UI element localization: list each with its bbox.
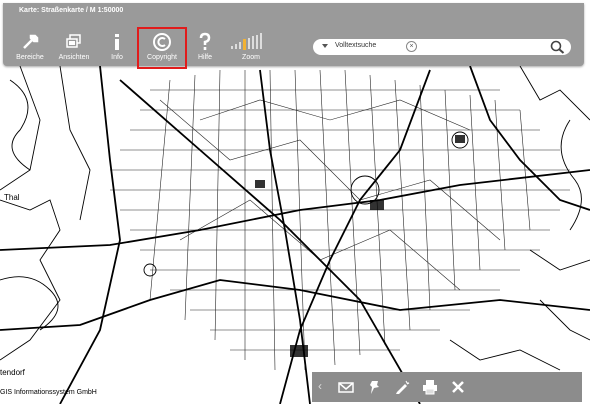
mail-icon[interactable]	[338, 379, 354, 395]
clear-icon[interactable]: ×	[406, 41, 417, 52]
window-title: Karte: Straßenkarte / M 1:50000	[19, 7, 124, 14]
tool-label: Info	[111, 54, 123, 61]
bottom-action-bar: ‹	[312, 372, 582, 402]
help-icon	[199, 32, 211, 50]
close-icon[interactable]	[450, 379, 466, 395]
layers-icon	[66, 34, 81, 48]
info-icon	[115, 34, 119, 50]
pen-icon[interactable]	[394, 379, 410, 395]
tool-label: Ansichten	[58, 54, 90, 61]
dropdown-arrow-icon[interactable]	[322, 44, 328, 48]
tool-zoom[interactable]: Zoom	[228, 32, 274, 66]
tool-ansichten[interactable]: Ansichten	[54, 32, 94, 66]
tool-label: Bereiche	[16, 54, 44, 61]
pin-icon[interactable]	[366, 379, 382, 395]
search-placeholder: Volltextsuche	[335, 42, 377, 49]
map-toolbar: Karte: Straßenkarte / M 1:50000 Bereiche…	[3, 3, 584, 69]
print-icon[interactable]	[422, 379, 438, 395]
tool-label: Hilfe	[197, 54, 212, 61]
wrench-icon	[23, 34, 39, 49]
tool-info[interactable]: Info	[97, 32, 137, 66]
selected-tool-highlight	[137, 27, 187, 69]
place-label: tendorf	[0, 368, 25, 377]
tool-label: Zoom	[242, 54, 260, 61]
tool-bereiche[interactable]: Bereiche	[10, 32, 50, 66]
place-label: Thal	[4, 193, 20, 202]
search-icon[interactable]	[550, 40, 565, 54]
map-footer-text: GIS Informationssystem GmbH	[0, 389, 97, 396]
chevron-left-icon[interactable]: ‹	[318, 379, 322, 393]
zoom-slider-icon	[231, 33, 262, 50]
search-field[interactable]: Volltextsuche ×	[313, 39, 571, 55]
tool-hilfe[interactable]: Hilfe	[185, 32, 225, 66]
